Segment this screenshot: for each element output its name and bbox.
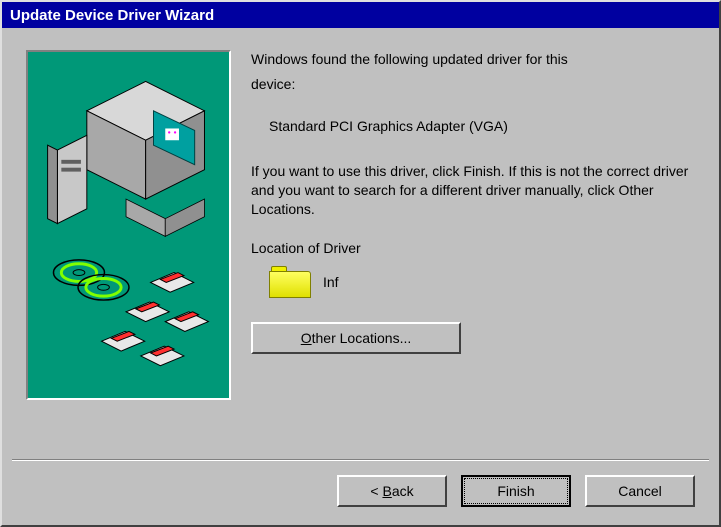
location-row: Inf <box>269 266 695 298</box>
titlebar: Update Device Driver Wizard <box>2 2 719 28</box>
intro-text-line2: device: <box>251 75 695 94</box>
wizard-button-row: < Back Finish Cancel <box>2 475 719 525</box>
wizard-text-panel: Windows found the following updated driv… <box>251 50 695 447</box>
window-title: Update Device Driver Wizard <box>10 7 214 24</box>
device-name: Standard PCI Graphics Adapter (VGA) <box>269 118 695 134</box>
other-locations-button[interactable]: Other Locations... <box>251 322 461 354</box>
folder-icon <box>269 266 311 298</box>
computer-illustration-icon <box>28 52 229 395</box>
finish-button[interactable]: Finish <box>461 475 571 507</box>
wizard-window: Update Device Driver Wizard <box>0 0 721 527</box>
cancel-button[interactable]: Cancel <box>585 475 695 507</box>
separator <box>12 459 709 461</box>
wizard-illustration-panel <box>26 50 231 400</box>
location-value: Inf <box>323 274 339 290</box>
back-button[interactable]: < Back <box>337 475 447 507</box>
instruction-text: If you want to use this driver, click Fi… <box>251 162 695 219</box>
intro-text-line1: Windows found the following updated driv… <box>251 50 695 69</box>
location-label: Location of Driver <box>251 240 695 256</box>
content-area: Windows found the following updated driv… <box>2 28 719 459</box>
